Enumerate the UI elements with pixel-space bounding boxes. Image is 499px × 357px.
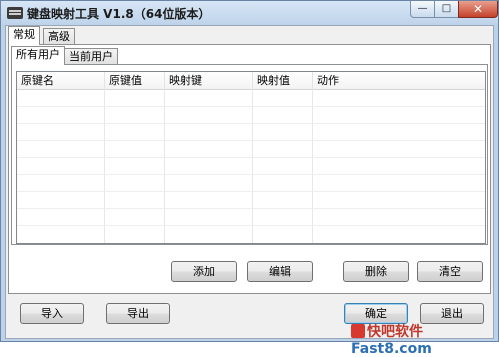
column-divider — [252, 89, 253, 243]
import-button[interactable]: 导入 — [20, 303, 84, 324]
column-header-source-name[interactable]: 原键名 — [17, 72, 105, 89]
tab-current-user[interactable]: 当前用户 — [64, 48, 118, 65]
row-divider — [17, 208, 485, 209]
row-divider — [17, 140, 485, 141]
row-divider — [17, 174, 485, 175]
tab-general[interactable]: 常规 — [8, 26, 40, 45]
close-button[interactable]: ✕ — [458, 1, 498, 18]
column-divider — [104, 89, 105, 243]
watermark: 快吧软件 Fast8.com — [351, 321, 498, 357]
watermark-text-cn: 快吧软件 — [367, 324, 423, 340]
row-divider — [17, 157, 485, 158]
edit-button[interactable]: 编辑 — [247, 261, 313, 282]
clear-button[interactable]: 清空 — [417, 261, 483, 282]
export-button[interactable]: 导出 — [106, 303, 170, 324]
column-divider — [164, 89, 165, 243]
list-header: 原键名 原键值 映射键 映射值 动作 — [17, 72, 485, 90]
watermark-logo-icon — [351, 324, 365, 338]
column-header-action[interactable]: 动作 — [313, 72, 485, 89]
title-bar[interactable]: 键盘映射工具 V1.8（64位版本） — □ ✕ — [1, 1, 498, 25]
general-tab-panel: 所有用户 当前用户 原键名 原键值 映射键 映射值 动作 添加 编辑 删除 清空 — [8, 44, 491, 294]
app-window: 键盘映射工具 V1.8（64位版本） — □ ✕ 常规 高级 所有用户 当前用户… — [0, 0, 499, 357]
client-area: 常规 高级 所有用户 当前用户 原键名 原键值 映射键 映射值 动作 添加 编辑… — [5, 25, 494, 339]
minimize-button[interactable]: — — [410, 1, 435, 18]
key-mapping-list[interactable]: 原键名 原键值 映射键 映射值 动作 — [16, 71, 486, 244]
row-divider — [17, 225, 485, 226]
tab-advanced[interactable]: 高级 — [43, 28, 75, 45]
user-tab-panel: 原键名 原键值 映射键 映射值 动作 — [11, 64, 488, 245]
window-title: 键盘映射工具 V1.8（64位版本） — [27, 7, 211, 21]
watermark-text-site: Fast8.com — [351, 341, 432, 357]
column-header-mapped-key[interactable]: 映射键 — [165, 72, 253, 89]
column-header-mapped-value[interactable]: 映射值 — [253, 72, 313, 89]
row-divider — [17, 123, 485, 124]
delete-button[interactable]: 删除 — [343, 261, 409, 282]
row-divider — [17, 106, 485, 107]
column-header-source-value[interactable]: 原键值 — [105, 72, 165, 89]
column-divider — [312, 89, 313, 243]
row-divider — [17, 191, 485, 192]
keyboard-icon — [7, 7, 23, 19]
tab-all-users[interactable]: 所有用户 — [11, 46, 65, 65]
maximize-button[interactable]: □ — [434, 1, 459, 18]
add-button[interactable]: 添加 — [171, 261, 237, 282]
